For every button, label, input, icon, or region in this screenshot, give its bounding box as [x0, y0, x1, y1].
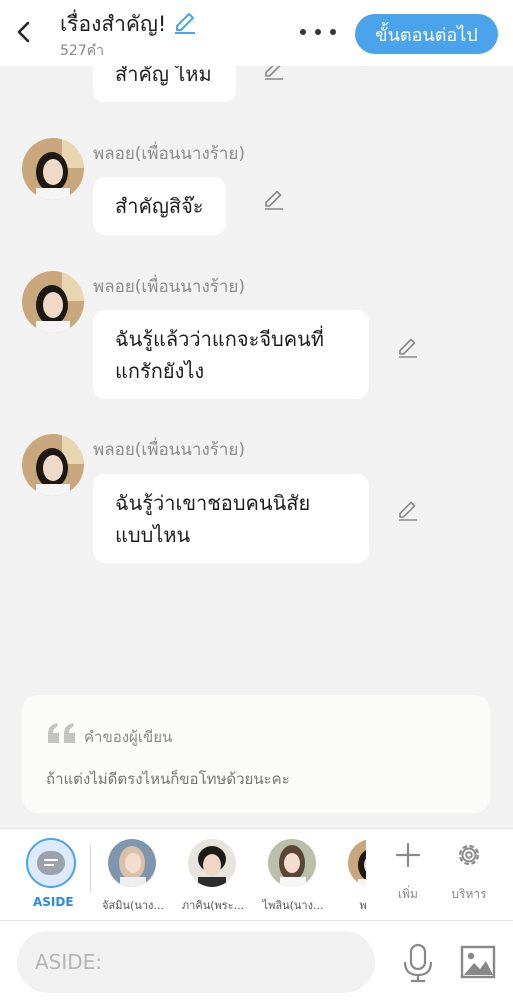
word-count: 527คำ: [60, 43, 104, 59]
author-note-title: คำของผู้เขียน: [84, 728, 173, 746]
character-avatar: [268, 839, 316, 887]
aside-bubble-icon: [37, 851, 65, 875]
edit-title-pencil-icon[interactable]: [172, 10, 198, 36]
aside-toggle-button[interactable]: [26, 838, 76, 888]
manage-characters-button[interactable]: บริหาร: [439, 829, 499, 921]
edit-message-pencil-icon[interactable]: [262, 66, 286, 82]
character-strip: ASIDE จัสมิน(นาง... ภาคิน(พระ... ไพลิน(น…: [0, 828, 513, 920]
message-text: สำคัญ ไหม: [115, 66, 212, 86]
plus-icon: [395, 842, 421, 868]
edit-message-pencil-icon[interactable]: [396, 336, 420, 360]
add-character-button[interactable]: เพิ่ม: [378, 829, 438, 921]
message-line: แกรักยังไง: [115, 359, 205, 383]
back-chevron-icon[interactable]: [12, 18, 36, 46]
story-title: เรื่องสำคัญ!: [60, 12, 167, 36]
character-item[interactable]: จัสมิน(นาง...: [92, 829, 174, 921]
sender-name: พลอย(เพื่อนนางร้าย): [93, 144, 246, 164]
message-bubble[interactable]: ฉันรู้แล้วว่าแกจะจีบคนที่ แกรักยังไง: [93, 310, 369, 399]
character-avatar: [188, 839, 236, 887]
message-input-bar: [0, 920, 513, 1002]
message-input[interactable]: [17, 931, 375, 993]
aside-label: ASIDE: [33, 895, 74, 909]
character-list[interactable]: จัสมิน(นาง... ภาคิน(พระ... ไพลิน(นาง... …: [92, 829, 366, 921]
message-bubble-partial[interactable]: สำคัญ ไหม: [93, 66, 236, 102]
microphone-icon[interactable]: [400, 943, 436, 983]
character-item[interactable]: พลอย: [332, 829, 366, 921]
next-step-button[interactable]: ขั้นตอนต่อไป: [355, 14, 498, 54]
character-avatar: [348, 839, 366, 887]
character-name: ภาคิน(พระ...: [181, 899, 245, 912]
character-avatar[interactable]: [22, 434, 84, 496]
message-line: สำคัญสิจ๊ะ: [115, 194, 204, 218]
message-bubble[interactable]: ฉันรู้ว่าเขาชอบคนนิสัย แบบไหน: [93, 474, 369, 563]
message-bubble[interactable]: สำคัญสิจ๊ะ: [93, 177, 226, 235]
character-avatar[interactable]: [22, 271, 84, 333]
character-name: จัสมิน(นาง...: [102, 899, 164, 912]
add-label: เพิ่ม: [398, 887, 418, 901]
edit-message-pencil-icon[interactable]: [262, 188, 286, 212]
manage-label: บริหาร: [451, 887, 487, 901]
character-avatar[interactable]: [22, 138, 84, 200]
character-avatar: [108, 839, 156, 887]
top-bar: เรื่องสำคัญ! 527คำ ขั้นตอนต่อไป: [0, 0, 513, 66]
character-item[interactable]: ภาคิน(พระ...: [172, 829, 254, 921]
message-line: ฉันรู้ว่าเขาชอบคนนิสัย: [115, 491, 311, 515]
character-item[interactable]: ไพลิน(นาง...: [252, 829, 334, 921]
message-line: ฉันรู้แล้วว่าแกจะจีบคนที่: [115, 327, 324, 351]
author-note-text: ถ้าแต่งไม่ดีตรงไหนก็ขอโทษด้วยนะคะ: [46, 770, 290, 788]
sender-name: พลอย(เพื่อนนางร้าย): [93, 277, 246, 297]
image-icon[interactable]: [460, 945, 496, 979]
character-name: พลอย: [359, 899, 366, 912]
gear-icon: [458, 844, 480, 866]
message-line: แบบไหน: [115, 523, 191, 547]
strip-divider: [90, 845, 91, 893]
character-name: ไพลิน(นาง...: [262, 899, 324, 912]
quote-icon: [48, 723, 75, 743]
edit-message-pencil-icon[interactable]: [396, 499, 420, 523]
sender-name: พลอย(เพื่อนนางร้าย): [93, 440, 246, 460]
author-note-card[interactable]: คำของผู้เขียน ถ้าแต่งไม่ดีตรงไหนก็ขอโทษด…: [22, 695, 490, 813]
more-options-icon[interactable]: [300, 24, 336, 40]
